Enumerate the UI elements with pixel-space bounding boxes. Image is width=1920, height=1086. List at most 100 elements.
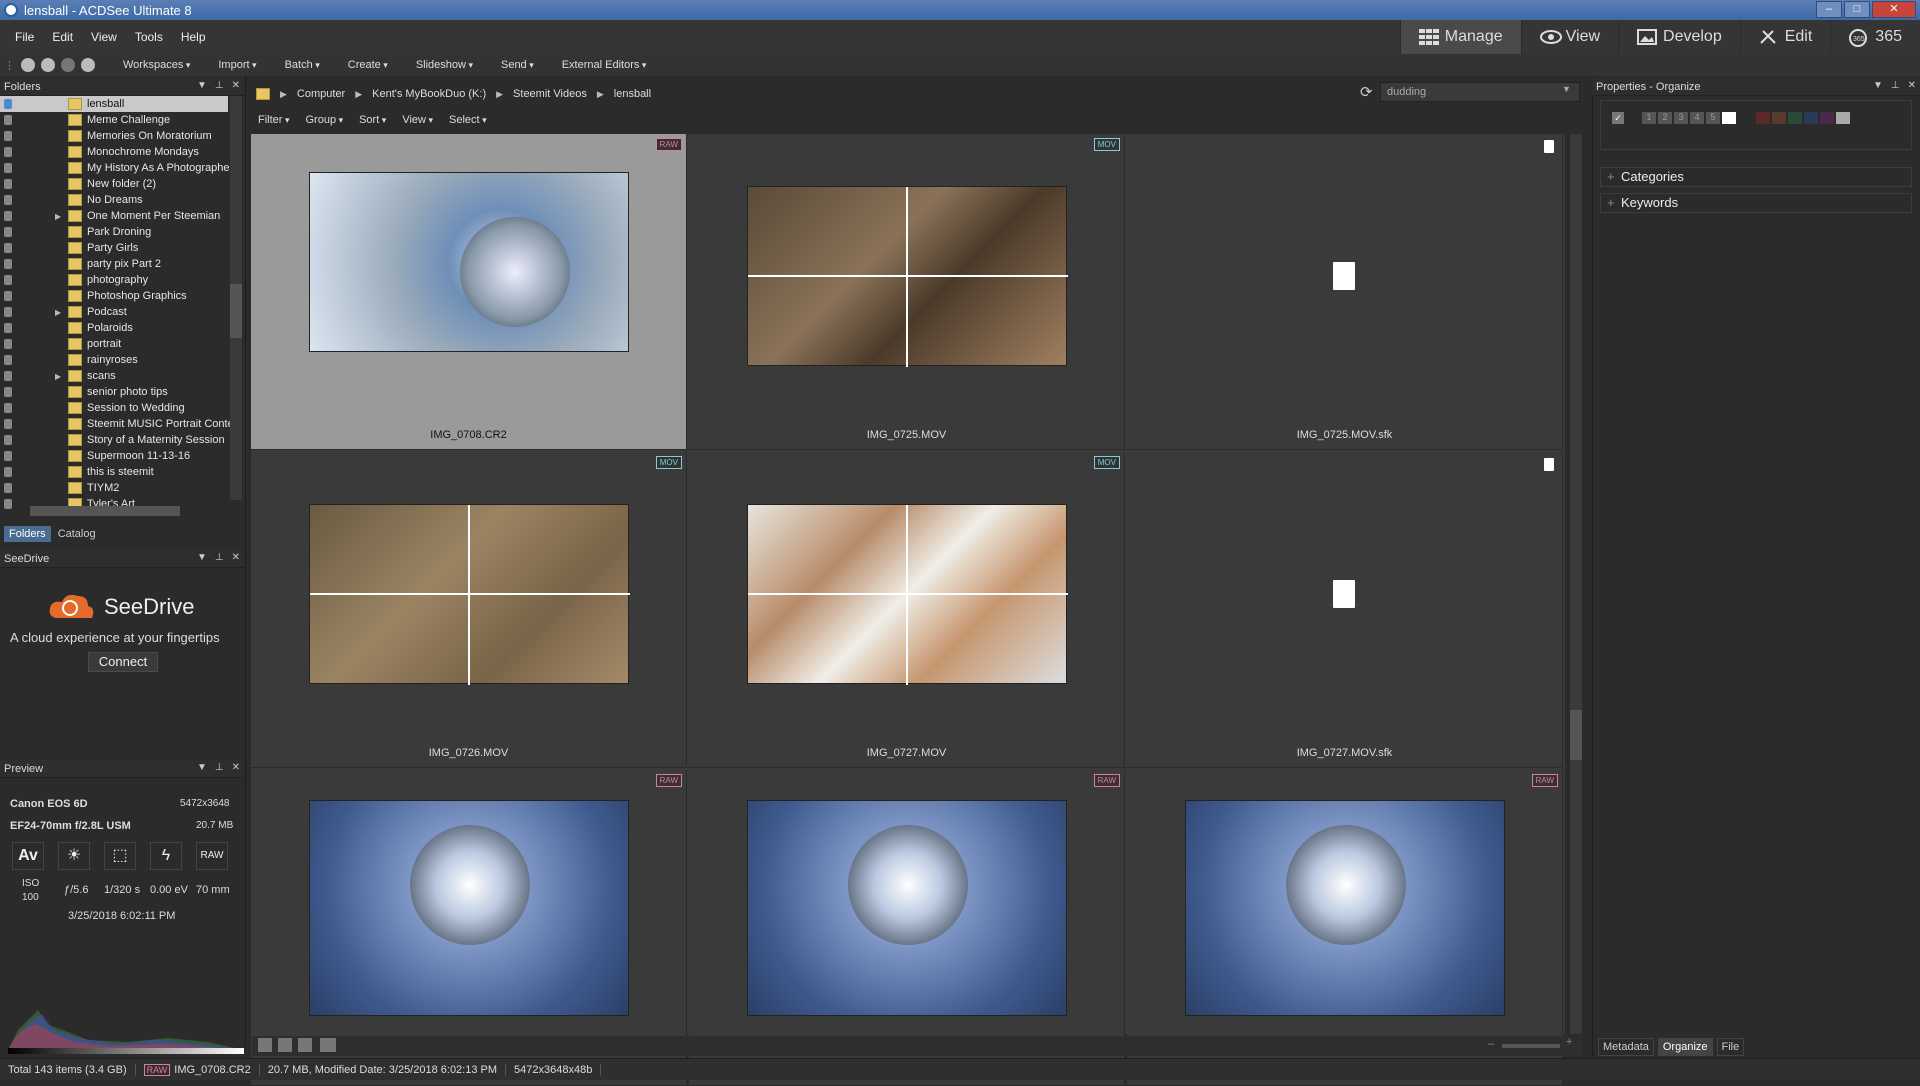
- pin-icon[interactable]: ⊥: [215, 762, 224, 773]
- checkbox-icon[interactable]: [4, 99, 12, 109]
- panel-menu-icon[interactable]: ▼: [197, 80, 207, 91]
- pin-icon[interactable]: ⊥: [215, 80, 224, 91]
- tab-folders[interactable]: Folders: [4, 526, 51, 542]
- checkbox-icon[interactable]: [4, 323, 12, 333]
- checkbox-icon[interactable]: [4, 275, 12, 285]
- folder-item[interactable]: Story of a Maternity Session: [0, 432, 228, 448]
- checkbox-icon[interactable]: [4, 419, 12, 429]
- checkbox-icon[interactable]: [4, 387, 12, 397]
- view-mode-icon[interactable]: [320, 1038, 336, 1052]
- back-icon[interactable]: [41, 58, 55, 72]
- menu-file[interactable]: File: [6, 30, 43, 44]
- sort-menu[interactable]: Sort: [359, 114, 386, 126]
- folder-item[interactable]: New folder (2): [0, 176, 228, 192]
- panel-menu-icon[interactable]: ▼: [197, 762, 207, 773]
- close-icon[interactable]: ✕: [232, 552, 240, 563]
- color-label-orange[interactable]: [1772, 112, 1786, 124]
- mode-manage-button[interactable]: Manage: [1399, 20, 1521, 54]
- checkbox-icon[interactable]: [4, 307, 12, 317]
- folder-item[interactable]: senior photo tips: [0, 384, 228, 400]
- mode-develop-button[interactable]: Develop: [1618, 20, 1740, 54]
- folder-item[interactable]: My History As A Photographer: [0, 160, 233, 176]
- minimize-button[interactable]: –: [1816, 1, 1842, 18]
- close-icon[interactable]: ✕: [232, 80, 240, 91]
- file-thumbnail[interactable]: MOV IMG_0725.MOV: [689, 134, 1125, 450]
- tab-metadata[interactable]: Metadata: [1598, 1038, 1654, 1056]
- panel-menu-icon[interactable]: ▼: [197, 552, 207, 563]
- group-menu[interactable]: Group: [305, 114, 343, 126]
- select-menu[interactable]: Select: [449, 114, 487, 126]
- file-thumbnail[interactable]: MOV IMG_0726.MOV: [251, 452, 687, 768]
- folder-item[interactable]: rainyroses: [0, 352, 228, 368]
- workspaces-menu[interactable]: Workspaces: [123, 59, 190, 71]
- rating-button[interactable]: 1: [1642, 112, 1656, 124]
- slideshow-menu[interactable]: Slideshow: [416, 59, 473, 71]
- close-window-button[interactable]: ✕: [1872, 1, 1916, 18]
- batch-menu[interactable]: Batch: [285, 59, 320, 71]
- zoom-in-icon[interactable]: +: [1566, 1036, 1572, 1048]
- rotate-right-icon[interactable]: [278, 1038, 292, 1052]
- folder-item[interactable]: ▶ One Moment Per Steemian: [0, 208, 228, 224]
- categories-section[interactable]: Categories: [1600, 167, 1912, 187]
- checkbox-icon[interactable]: [4, 467, 12, 477]
- file-thumbnail[interactable]: MOV IMG_0727.MOV: [689, 452, 1125, 768]
- color-label-clear[interactable]: [1836, 112, 1850, 124]
- color-label-purple[interactable]: [1820, 112, 1834, 124]
- tag-checkbox[interactable]: ✓: [1612, 112, 1624, 124]
- folder-item[interactable]: ▶ scans: [0, 368, 228, 384]
- file-thumbnail[interactable]: IMG_0727.MOV.sfk: [1127, 452, 1563, 768]
- checkbox-icon[interactable]: [4, 211, 12, 221]
- create-menu[interactable]: Create: [348, 59, 388, 71]
- quick-search-input[interactable]: dudding: [1380, 82, 1580, 102]
- checkbox-icon[interactable]: [4, 435, 12, 445]
- menu-edit[interactable]: Edit: [43, 30, 82, 44]
- panel-menu-icon[interactable]: ▼: [1873, 80, 1883, 91]
- checkbox-icon[interactable]: [4, 339, 12, 349]
- checkbox-icon[interactable]: [4, 243, 12, 253]
- clear-rating-icon[interactable]: [1722, 112, 1736, 124]
- checkbox-icon[interactable]: [4, 179, 12, 189]
- file-thumbnail[interactable]: RAW IMG_0708.CR2: [251, 134, 687, 450]
- breadcrumb-item[interactable]: Steemit Videos: [513, 88, 587, 100]
- folder-item[interactable]: photography: [0, 272, 228, 288]
- checkbox-icon[interactable]: [4, 499, 12, 509]
- checkbox-icon[interactable]: [4, 147, 12, 157]
- mode-view-button[interactable]: View: [1520, 20, 1618, 54]
- rating-button[interactable]: 5: [1706, 112, 1720, 124]
- tab-file[interactable]: File: [1716, 1038, 1745, 1056]
- rotate-left-icon[interactable]: [258, 1038, 272, 1052]
- rating-button[interactable]: 2: [1658, 112, 1672, 124]
- menu-tools[interactable]: Tools: [126, 30, 172, 44]
- folder-item[interactable]: Photoshop Graphics: [0, 288, 228, 304]
- folder-item[interactable]: Meme Challenge: [0, 112, 228, 128]
- checkbox-icon[interactable]: [4, 227, 12, 237]
- expand-arrow-icon[interactable]: ▶: [55, 212, 61, 221]
- folder-item[interactable]: lensball: [0, 96, 228, 112]
- folder-item[interactable]: Supermoon 11-13-16: [0, 448, 228, 464]
- folder-item[interactable]: Polaroids: [0, 320, 228, 336]
- pin-icon[interactable]: ⊥: [215, 552, 224, 563]
- folder-item[interactable]: TIYM2: [0, 480, 228, 496]
- folder-item[interactable]: Park Droning: [0, 224, 228, 240]
- folder-item[interactable]: Monochrome Mondays: [0, 144, 228, 160]
- breadcrumb-item[interactable]: Computer: [297, 88, 345, 100]
- checkbox-icon[interactable]: [4, 163, 12, 173]
- close-icon[interactable]: ✕: [1908, 80, 1916, 91]
- folder-tree-scroll-thumb[interactable]: [230, 284, 242, 338]
- folder-item[interactable]: Memories On Moratorium: [0, 128, 228, 144]
- file-list-scroll-thumb[interactable]: [1570, 710, 1582, 760]
- folder-item[interactable]: portrait: [0, 336, 228, 352]
- keywords-section[interactable]: Keywords: [1600, 193, 1912, 213]
- expand-arrow-icon[interactable]: ▶: [55, 372, 61, 381]
- checkbox-icon[interactable]: [4, 259, 12, 269]
- checkbox-icon[interactable]: [4, 355, 12, 365]
- menu-help[interactable]: Help: [172, 30, 215, 44]
- forward-icon[interactable]: [61, 58, 75, 72]
- checkbox-icon[interactable]: [4, 371, 12, 381]
- tab-organize[interactable]: Organize: [1657, 1038, 1713, 1056]
- file-thumbnail[interactable]: IMG_0725.MOV.sfk: [1127, 134, 1563, 450]
- folder-item[interactable]: Session to Wedding: [0, 400, 228, 416]
- close-icon[interactable]: ✕: [232, 762, 240, 773]
- up-icon[interactable]: [81, 58, 95, 72]
- expand-arrow-icon[interactable]: ▶: [55, 308, 61, 317]
